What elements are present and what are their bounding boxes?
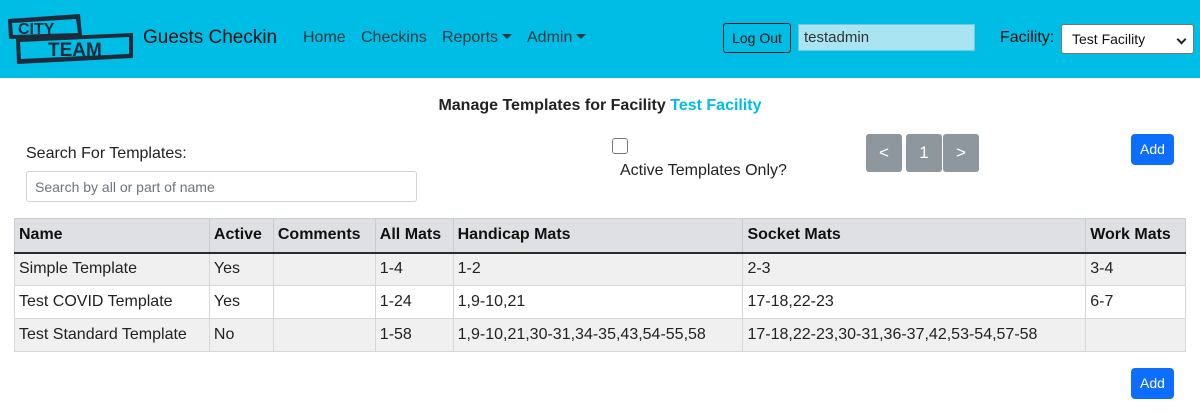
logo-line1: CITY [18,21,55,38]
templates-table: Name Active Comments All Mats Handicap M… [14,218,1186,352]
logout-button[interactable]: Log Out [723,23,791,53]
cell-active: No [208,318,274,352]
cell-all-mats: 1-24 [374,285,454,319]
col-header-active[interactable]: Active [208,218,274,254]
cell-name[interactable]: Simple Template [14,252,210,286]
page-title: Manage Templates for Facility Test Facil… [0,97,1200,115]
logo-line2: TEAM [48,40,102,61]
cell-socket-mats: 17-18,22-23 [742,285,1087,319]
nav-admin-dropdown[interactable]: Admin [527,29,587,47]
app-title[interactable]: Guests Checkin [143,27,277,49]
username-field[interactable] [798,24,975,51]
cell-name[interactable]: Test Standard Template [14,318,210,352]
cell-active: Yes [208,285,274,319]
pager-prev-button[interactable]: < [866,134,902,172]
add-template-button-top[interactable]: Add [1131,134,1174,165]
cell-comments [272,318,376,352]
cell-work-mats: 6-7 [1085,285,1186,319]
cell-handicap-mats: 1,9-10,21 [452,285,744,319]
facility-label: Facility: [1000,29,1055,46]
page-title-prefix: Manage Templates for Facility [438,97,666,114]
facility-select[interactable]: Test Facility [1061,24,1194,54]
col-header-work-mats[interactable]: Work Mats [1085,218,1186,254]
chevron-down-icon [1176,34,1187,45]
table-row[interactable]: Simple Template Yes 1-4 1-2 2-3 3-4 [14,252,1186,286]
cell-comments [272,252,376,286]
top-navbar: CITY TEAM Guests Checkin Home Checkins R… [0,0,1200,78]
add-template-button-bottom[interactable]: Add [1131,368,1174,399]
facility-select-value: Test Facility [1072,31,1146,47]
table-row[interactable]: Test Standard Template No 1-58 1,9-10,21… [14,318,1186,352]
pager-next-button[interactable]: > [943,134,979,172]
nav-reports-dropdown[interactable]: Reports [442,29,513,47]
cell-work-mats: 3-4 [1085,252,1186,286]
cell-handicap-mats: 1,9-10,21,30-31,34-35,43,54-55,58 [452,318,744,352]
nav-home[interactable]: Home [303,29,346,47]
col-header-all-mats[interactable]: All Mats [374,218,454,254]
cell-handicap-mats: 1-2 [452,252,744,286]
search-label: Search For Templates: [26,145,187,162]
col-header-comments[interactable]: Comments [272,218,376,254]
cell-socket-mats: 17-18,22-23,30-31,36-37,42,53-54,57-58 [742,318,1087,352]
table-header-row: Name Active Comments All Mats Handicap M… [14,218,1186,254]
active-only-label: Active Templates Only? [620,162,787,179]
col-header-handicap-mats[interactable]: Handicap Mats [452,218,744,254]
pager-page-button[interactable]: 1 [906,134,942,172]
search-input[interactable] [26,171,417,202]
cityteam-logo[interactable]: CITY TEAM [6,14,134,64]
cell-work-mats [1085,318,1186,352]
table-row[interactable]: Test COVID Template Yes 1-24 1,9-10,21 1… [14,285,1186,319]
cell-name[interactable]: Test COVID Template [14,285,210,319]
nav-admin-label: Admin [527,29,573,46]
cell-socket-mats: 2-3 [742,252,1087,286]
active-only-checkbox[interactable] [612,138,628,154]
cell-all-mats: 1-58 [374,318,454,352]
page-title-facility: Test Facility [670,97,762,114]
col-header-socket-mats[interactable]: Socket Mats [742,218,1087,254]
nav-reports-label: Reports [442,29,499,46]
caret-down-icon [502,34,513,40]
cell-active: Yes [208,252,274,286]
nav-checkins[interactable]: Checkins [361,29,427,47]
cell-all-mats: 1-4 [374,252,454,286]
caret-down-icon [576,34,587,40]
cell-comments [272,285,376,319]
col-header-name[interactable]: Name [14,218,210,254]
